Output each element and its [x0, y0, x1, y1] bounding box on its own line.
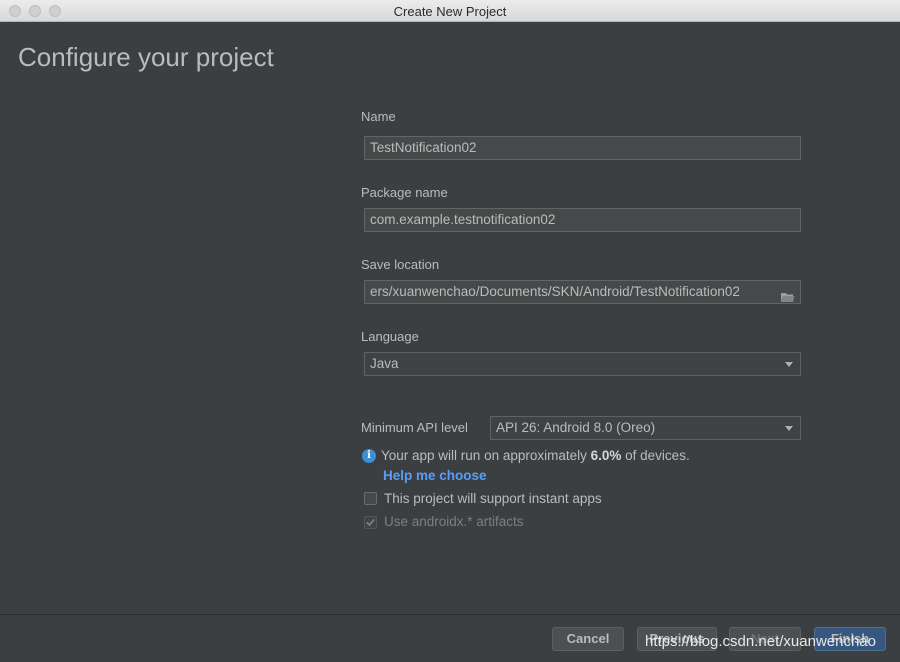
chevron-down-icon: [785, 426, 793, 431]
title-bar: Create New Project: [0, 0, 900, 22]
name-field[interactable]: TestNotification02: [364, 136, 801, 160]
instant-apps-checkbox[interactable]: [364, 492, 377, 505]
cancel-button[interactable]: Cancel: [552, 627, 624, 651]
androidx-label: Use androidx.* artifacts: [384, 514, 524, 529]
min-api-value: API 26: Android 8.0 (Oreo): [496, 420, 656, 435]
language-label: Language: [361, 329, 419, 344]
info-icon: i: [362, 449, 376, 463]
window-title: Create New Project: [393, 4, 507, 19]
instant-apps-label: This project will support instant apps: [384, 491, 602, 506]
package-name-field[interactable]: com.example.testnotification02: [364, 208, 801, 232]
checkmark-icon: [366, 518, 375, 527]
chevron-down-icon: [785, 362, 793, 367]
language-select[interactable]: Java: [364, 352, 801, 376]
package-name-label: Package name: [361, 185, 448, 200]
device-coverage-text: Your app will run on approximately 6.0% …: [381, 448, 690, 463]
name-label: Name: [361, 109, 396, 124]
language-value: Java: [370, 356, 399, 371]
save-location-field[interactable]: ers/xuanwenchao/Documents/SKN/Android/Te…: [364, 280, 801, 304]
page-title: Configure your project: [18, 42, 274, 72]
coverage-percent: 6.0%: [590, 448, 622, 463]
min-api-select[interactable]: API 26: Android 8.0 (Oreo): [490, 416, 801, 440]
save-location-label: Save location: [361, 257, 440, 272]
watermark-text: https://blog.csdn.net/xuanwenchao: [645, 633, 876, 650]
androidx-checkbox[interactable]: [364, 516, 377, 529]
folder-icon[interactable]: [781, 287, 795, 302]
save-location-value: ers/xuanwenchao/Documents/SKN/Android/Te…: [370, 284, 740, 299]
min-api-label: Minimum API level: [361, 420, 468, 435]
help-me-choose-link[interactable]: Help me choose: [383, 468, 487, 483]
